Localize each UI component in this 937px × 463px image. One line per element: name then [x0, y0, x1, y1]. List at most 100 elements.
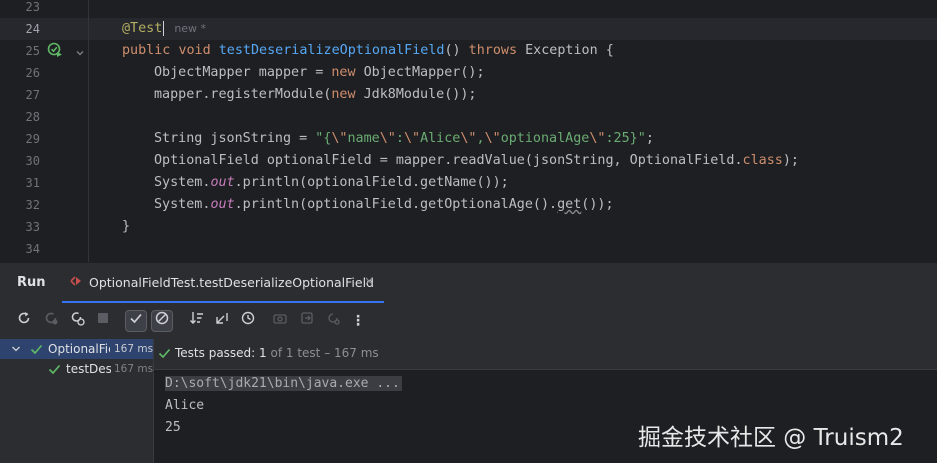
string-literal: optionalAge: [500, 131, 590, 146]
code-text: ObjectMapper mapper =: [154, 65, 332, 80]
code-text: System.: [154, 175, 211, 190]
line-number: 31: [25, 176, 40, 190]
console-line: Alice: [165, 398, 205, 413]
settings-icon[interactable]: [322, 310, 344, 332]
code-text: Jdk8Module());: [355, 87, 477, 102]
keyword: class: [742, 153, 783, 168]
console-line: D:\soft\jdk21\bin\java.exe ...: [165, 373, 402, 395]
line-number: 26: [25, 66, 40, 80]
escape-sequence: \": [331, 131, 348, 146]
chevron-down-icon: [11, 339, 21, 359]
indent-guide: [88, 0, 89, 262]
show-passed-icon[interactable]: [125, 310, 147, 332]
warning-underlined-call: get: [557, 197, 582, 212]
keyword: public: [122, 43, 171, 58]
keyword: new: [331, 87, 356, 102]
java-command[interactable]: D:\soft\jdk21\bin\java.exe ...: [165, 376, 402, 391]
code-text: );: [782, 153, 799, 168]
keyword: new: [331, 65, 356, 80]
string-literal: :: [395, 131, 404, 146]
more-icon[interactable]: ⋮: [347, 310, 369, 332]
code-editor[interactable]: 23 24 25 26 27 28 29 30 31 32 33 34 @Tes…: [0, 0, 937, 262]
code-text: OptionalField optionalField = mapper.rea…: [154, 153, 743, 168]
string-literal: "{: [315, 131, 332, 146]
static-field: out: [210, 197, 235, 212]
code-text: ());: [581, 197, 614, 212]
watermark: 掘金技术社区 @ Truism2: [638, 425, 904, 451]
tests-passed-label: Tests passed:: [175, 346, 256, 360]
tree-root-duration: 167 ms: [114, 343, 153, 355]
method-name: testDeserializeOptionalField: [218, 43, 445, 58]
console-line: 25: [165, 420, 181, 435]
tree-row-root[interactable]: OptionalFie 167 ms: [0, 339, 153, 359]
run-toolbar: ⋮: [0, 303, 937, 339]
code-line-30: OptionalField optionalField = mapper.rea…: [154, 150, 799, 172]
tree-root-label: OptionalFie: [48, 342, 110, 356]
code-line-24: @Test new *: [122, 18, 206, 40]
code-line-32: System.out.println(optionalField.getOpti…: [154, 194, 614, 216]
tree-test-label: testDese: [66, 362, 111, 376]
line-number: 24: [25, 22, 40, 36]
code-text: ;: [645, 131, 654, 146]
collapse-icon[interactable]: [211, 310, 233, 332]
code-line-29: String jsonString = "{\"name\":\"Alice\"…: [154, 128, 654, 150]
code-text: (): [444, 43, 469, 58]
code-text: String jsonString =: [154, 131, 316, 146]
line-number: 33: [25, 220, 40, 234]
code-text: .println(optionalField.getName());: [234, 175, 509, 190]
rerun-icon[interactable]: [13, 310, 35, 332]
tree-test-duration: 167 ms: [114, 363, 153, 375]
code-text: .println(optionalField.getOptionalAge().: [234, 197, 558, 212]
line-number: 28: [25, 110, 40, 124]
string-literal: ,: [476, 131, 485, 146]
code-line-27: mapper.registerModule(new Jdk8Module());: [154, 84, 477, 106]
pass-check-icon: [30, 339, 43, 359]
test-results-tree: OptionalFie 167 ms testDese 167 ms: [0, 339, 153, 463]
code-text: System.: [154, 197, 211, 212]
string-literal: :25}": [605, 131, 646, 146]
line-number: 34: [25, 242, 40, 256]
escape-sequence: \": [379, 131, 396, 146]
pass-check-icon: [158, 345, 171, 364]
escape-sequence: \": [460, 131, 477, 146]
test-status-bar: Tests passed: 1 of 1 test – 167 ms: [154, 339, 937, 370]
toggle-auto-test-icon[interactable]: [66, 310, 88, 332]
run-tab-title: OptionalFieldTest.testDeserializeOptiona…: [89, 275, 374, 290]
show-ignored-icon[interactable]: [151, 310, 173, 332]
rerun-failed-icon[interactable]: [40, 310, 62, 332]
text-caret: [163, 20, 165, 36]
code-text: Exception {: [517, 43, 614, 58]
history-icon[interactable]: [237, 310, 259, 332]
code-text: ObjectMapper();: [355, 65, 485, 80]
stop-icon[interactable]: [92, 310, 114, 332]
camera-icon[interactable]: [269, 310, 291, 332]
code-line-26: ObjectMapper mapper = new ObjectMapper()…: [154, 62, 485, 84]
code-line-31: System.out.println(optionalField.getName…: [154, 172, 509, 194]
code-line-25: public void testDeserializeOptionalField…: [122, 40, 614, 62]
line-number: 27: [25, 88, 40, 102]
test-annotation: @Test: [122, 21, 163, 36]
escape-sequence: \": [484, 131, 501, 146]
run-test-gutter-icon[interactable]: [47, 42, 63, 62]
export-icon[interactable]: [296, 310, 318, 332]
pass-check-icon: [48, 359, 61, 379]
tests-passed-summary: of 1 test – 167 ms: [270, 346, 379, 360]
fold-chevron-icon[interactable]: [74, 44, 86, 63]
line-number: 29: [25, 132, 40, 146]
close-tab-icon[interactable]: ×: [364, 274, 374, 288]
string-literal: name: [347, 131, 380, 146]
keyword: throws: [468, 43, 518, 58]
run-title: Run: [17, 275, 46, 290]
line-number: 30: [25, 154, 40, 168]
tests-passed-count: 1: [259, 346, 267, 360]
run-config-tab[interactable]: OptionalFieldTest.testDeserializeOptiona…: [62, 263, 384, 304]
author-inlay-hint: new *: [174, 22, 207, 35]
string-literal: Alice: [420, 131, 461, 146]
code-line-33: }: [122, 219, 131, 234]
run-tool-window-header: Run OptionalFieldTest.testDeserializeOpt…: [0, 262, 937, 304]
tree-row-test[interactable]: testDese 167 ms: [0, 359, 153, 379]
sort-icon[interactable]: [186, 310, 208, 332]
junit-run-icon: [69, 274, 83, 292]
escape-sequence: \": [589, 131, 606, 146]
escape-sequence: \": [403, 131, 421, 146]
